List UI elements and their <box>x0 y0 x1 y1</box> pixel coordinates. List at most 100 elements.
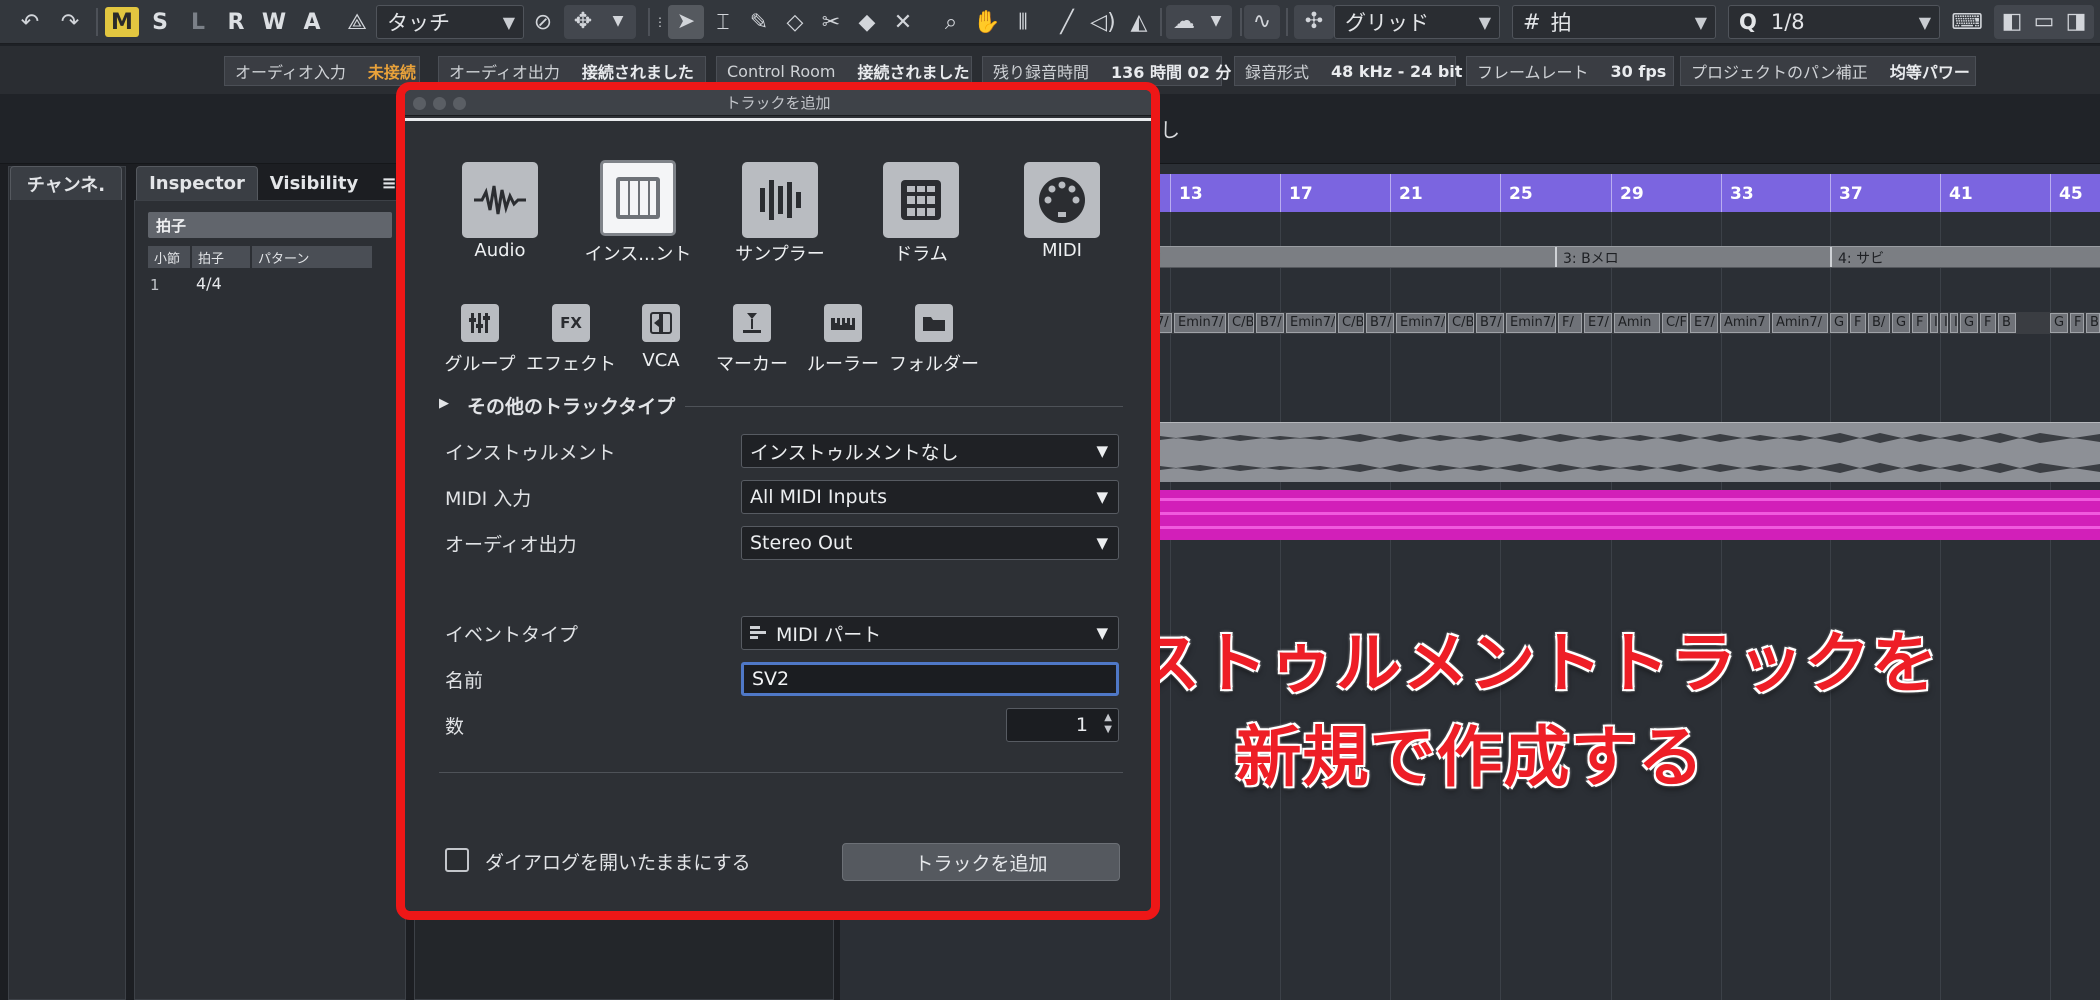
chord-event[interactable]: G <box>2050 313 2068 333</box>
marker-event[interactable]: 3: Bメロ <box>1555 247 1830 267</box>
chord-event[interactable]: B <box>2086 313 2100 333</box>
chevron-down-icon[interactable]: ▼ <box>1202 5 1230 37</box>
status-pan-law[interactable]: プロジェクトのパン補正 均等パワー <box>1680 56 1976 86</box>
touch-mode-select[interactable]: タッチ ▼ <box>376 5 524 39</box>
left-zone-icon[interactable]: ◧ <box>1998 5 2026 37</box>
chord-event[interactable]: Emin7/ <box>1174 313 1226 333</box>
undo-icon[interactable]: ↶ <box>14 6 46 38</box>
signature-section-header[interactable]: 拍子 <box>148 212 392 238</box>
chord-event[interactable]: C/B <box>1338 313 1364 333</box>
chord-event[interactable]: I <box>1930 313 1938 333</box>
speaker-icon[interactable]: ◁) <box>1088 6 1118 38</box>
chord-event[interactable]: B7/ <box>1366 313 1394 333</box>
keep-dialog-open-checkbox[interactable] <box>445 848 469 872</box>
track-type-fx[interactable]: FX <box>552 304 590 342</box>
eraser-icon[interactable]: ◇ <box>780 6 810 38</box>
mute-tool-icon[interactable]: ✕ <box>888 6 918 38</box>
chord-event[interactable]: F/ <box>1558 313 1582 333</box>
chord-event[interactable]: Amin7 <box>1720 313 1770 333</box>
track-type-midi[interactable] <box>1024 162 1100 238</box>
chord-event[interactable]: F <box>1980 313 1996 333</box>
lower-zone-icon[interactable]: ▭ <box>2030 5 2058 37</box>
track-type-group[interactable] <box>461 304 499 342</box>
snap-toggle[interactable]: ✣ <box>1294 5 1334 39</box>
keep-dialog-open-label[interactable]: ダイアログを開いたままにする <box>485 848 751 875</box>
add-track-button[interactable]: トラックを追加 <box>842 843 1120 881</box>
edit-icon[interactable]: ⊘ <box>528 6 558 38</box>
drag-handle-icon[interactable]: ⋮ <box>654 6 666 38</box>
midi-input-select[interactable]: All MIDI Inputs ▼ <box>741 480 1119 514</box>
write-button[interactable]: W <box>257 7 291 37</box>
status-record-format[interactable]: 録音形式 48 kHz - 24 bit <box>1234 56 1462 86</box>
speech-icon[interactable]: ☁ <box>1166 5 1202 37</box>
column-signature[interactable]: 拍子 <box>192 246 250 268</box>
scissors-icon[interactable]: ✂ <box>816 6 846 38</box>
chord-event[interactable]: E7/ <box>1584 313 1612 333</box>
chord-event[interactable]: F <box>1912 313 1928 333</box>
track-type-sampler[interactable] <box>742 162 818 238</box>
solo-button[interactable]: S <box>143 7 177 37</box>
disclosure-triangle-icon[interactable]: ▶ <box>439 396 449 411</box>
move-tool-icon[interactable]: ✥ <box>566 5 600 37</box>
audio-output-select[interactable]: Stereo Out ▼ <box>741 526 1119 560</box>
right-zone-icon[interactable]: ◨ <box>2062 5 2090 37</box>
marker-event[interactable]: 4: サビ <box>1830 247 2100 267</box>
count-stepper[interactable]: 1 ▲ ▼ <box>1006 708 1119 742</box>
color-tool-icon[interactable]: ◭ <box>1124 6 1154 38</box>
range-tool-icon[interactable]: ⌶ <box>708 6 738 38</box>
chord-event[interactable]: B7/ <box>1476 313 1504 333</box>
chord-event[interactable]: B/ <box>1868 313 1890 333</box>
chord-event[interactable]: Emin7/ <box>1286 313 1336 333</box>
select-tool[interactable]: ➤ <box>668 5 704 39</box>
chord-event[interactable]: Emin7/ <box>1506 313 1556 333</box>
hand-icon[interactable]: ✋ <box>972 6 1002 38</box>
listen-button[interactable]: L <box>181 7 215 37</box>
chord-event[interactable]: C/F <box>1662 313 1688 333</box>
more-track-types[interactable]: その他のトラックタイプ <box>467 392 675 419</box>
minimize-window-icon[interactable] <box>433 97 446 110</box>
zoom-window-icon[interactable] <box>453 97 466 110</box>
zoom-icon[interactable]: ⌕ <box>936 6 966 38</box>
track-type-ruler[interactable] <box>824 304 862 342</box>
instrument-select[interactable]: インストゥルメントなし ▼ <box>741 434 1119 468</box>
track-type-instrument[interactable] <box>600 160 676 236</box>
comp-tool-icon[interactable]: ⫴ <box>1008 6 1038 38</box>
redo-icon[interactable]: ↷ <box>54 6 86 38</box>
chord-event[interactable]: Amin <box>1614 313 1660 333</box>
status-frame-rate[interactable]: フレームレート 30 fps <box>1466 56 1674 86</box>
chord-event[interactable]: E7/ <box>1690 313 1718 333</box>
marker-event[interactable]: ロ <box>1140 247 1550 267</box>
chord-event[interactable]: B7/ <box>1256 313 1284 333</box>
status-audio-input[interactable]: オーディオ入力 未接続 <box>224 56 420 86</box>
tab-channel[interactable]: チャンネ. <box>10 166 122 200</box>
chord-event[interactable]: G <box>1892 313 1910 333</box>
auto-button[interactable]: A <box>295 7 329 37</box>
snap-type-select[interactable]: グリッド ▼ <box>1334 5 1500 39</box>
keyboard-icon[interactable]: ⌨ <box>1950 6 1984 38</box>
chord-event[interactable]: I <box>1950 313 1958 333</box>
event-type-select[interactable]: MIDI パート ▼ <box>741 616 1119 650</box>
chord-event[interactable]: F <box>2070 313 2084 333</box>
read-button[interactable]: R <box>219 7 253 37</box>
chord-event[interactable]: G <box>1960 313 1978 333</box>
tab-inspector[interactable]: Inspector <box>136 166 258 200</box>
chevron-down-icon[interactable]: ▼ <box>602 5 634 37</box>
line-tool-icon[interactable]: ╱ <box>1052 6 1082 38</box>
chord-event[interactable]: Amin7/ <box>1772 313 1828 333</box>
chord-event[interactable]: C/B <box>1228 313 1254 333</box>
track-type-folder[interactable] <box>915 304 953 342</box>
stepper-arrows-icon[interactable]: ▲ ▼ <box>1104 712 1112 736</box>
grid-type-select[interactable]: # 拍 ▼ <box>1512 5 1716 39</box>
chord-event[interactable]: Emin7/ <box>1396 313 1446 333</box>
track-type-vca[interactable] <box>642 304 680 342</box>
chord-event[interactable]: B <box>1998 313 2016 333</box>
chord-event[interactable]: G <box>1830 313 1848 333</box>
track-type-audio[interactable] <box>462 162 538 238</box>
track-type-marker[interactable] <box>733 304 771 342</box>
column-bar[interactable]: 小節 <box>148 246 190 268</box>
quantize-select[interactable]: Q 1/8 ▼ <box>1728 5 1940 39</box>
autoscroll-icon[interactable]: ∿ <box>1244 5 1280 37</box>
automation-mode-icon[interactable]: ⟁ <box>340 6 374 38</box>
close-window-icon[interactable] <box>413 97 426 110</box>
name-input[interactable] <box>741 662 1119 696</box>
